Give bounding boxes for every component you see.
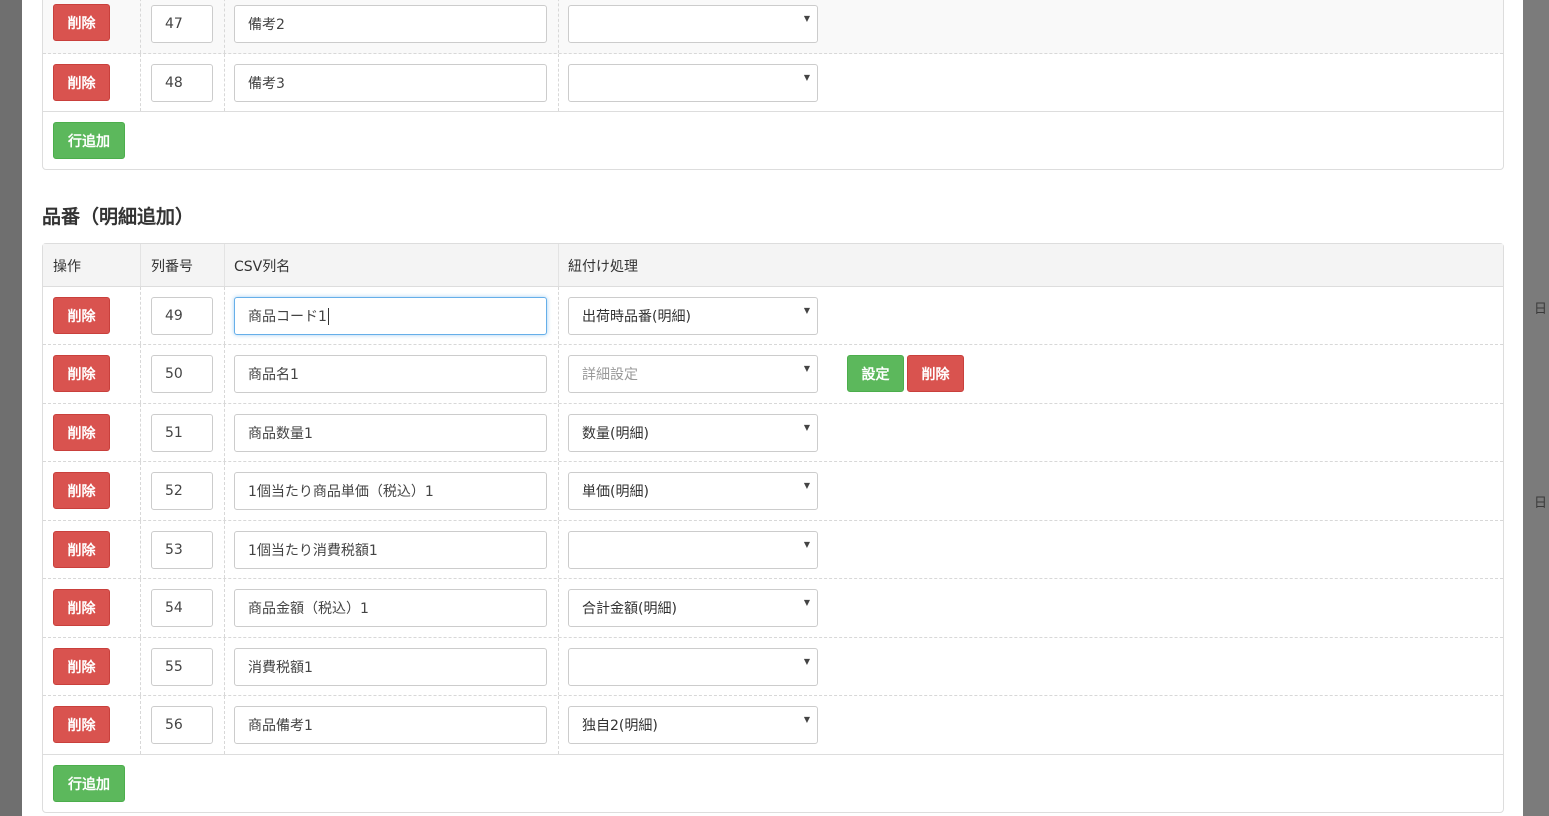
caret-down-icon: ▼ <box>803 657 810 666</box>
delete-row-button[interactable]: 削除 <box>53 355 110 392</box>
column-number-input[interactable]: 48 <box>151 64 213 102</box>
mapping-select[interactable]: ▼ <box>568 531 818 569</box>
csv-column-name-input[interactable]: 備考2 <box>234 5 547 43</box>
header-operation: 操作 <box>53 259 81 275</box>
table-row: 削除 51 商品数量1 数量(明細) ▼ <box>43 404 1503 462</box>
table-row: 削除 47 備考2 ▼ <box>43 0 1503 54</box>
mapping-select-value: 単価(明細) <box>582 484 649 500</box>
caret-down-icon: ▼ <box>803 715 810 724</box>
csv-column-name-input[interactable]: 備考3 <box>234 64 547 102</box>
column-number-input[interactable]: 51 <box>151 414 213 452</box>
mapping-select[interactable]: 詳細設定 ▼ <box>568 355 818 393</box>
mapping-select[interactable]: 出荷時品番(明細) ▼ <box>568 297 818 335</box>
mapping-select[interactable]: 単価(明細) ▼ <box>568 472 818 510</box>
mapping-select[interactable]: 独自2(明細) ▼ <box>568 706 818 744</box>
add-row-button[interactable]: 行追加 <box>53 765 125 802</box>
table-row: 削除 49 商品コード1 出荷時品番(明細) ▼ <box>43 287 1503 345</box>
csv-column-name-input[interactable]: 商品名1 <box>234 355 547 393</box>
table-row: 削除 50 商品名1 詳細設定 ▼ 設定 削除 <box>43 345 1503 404</box>
column-number-input[interactable]: 50 <box>151 355 213 393</box>
delete-row-button[interactable]: 削除 <box>53 531 110 568</box>
backdrop-text: 日 <box>1534 496 1548 511</box>
table-header: 操作 列番号 CSV列名 紐付け処理 <box>43 244 1503 287</box>
csv-column-name-input[interactable]: 商品備考1 <box>234 706 547 744</box>
header-csv-name: CSV列名 <box>234 259 291 275</box>
add-row-button[interactable]: 行追加 <box>53 122 125 159</box>
caret-down-icon: ▼ <box>803 364 810 373</box>
header-mapping: 紐付け処理 <box>568 259 638 275</box>
csv-column-name-input[interactable]: 1個当たり消費税額1 <box>234 531 547 569</box>
delete-row-button[interactable]: 削除 <box>53 472 110 509</box>
delete-row-button[interactable]: 削除 <box>53 589 110 626</box>
delete-detail-setting-button[interactable]: 削除 <box>907 355 964 392</box>
table-row: 削除 48 備考3 ▼ <box>43 54 1503 112</box>
table-row: 削除 55 消費税額1 ▼ <box>43 638 1503 696</box>
table-row: 削除 52 1個当たり商品単価（税込）1 単価(明細) ▼ <box>43 462 1503 521</box>
mapping-select-value: 出荷時品番(明細) <box>582 309 691 325</box>
column-number-input[interactable]: 56 <box>151 706 213 744</box>
mapping-select-value: 独自2(明細) <box>582 718 658 734</box>
section-title: 品番（明細追加） <box>42 206 195 228</box>
column-number-input[interactable]: 54 <box>151 589 213 627</box>
column-number-input[interactable]: 49 <box>151 297 213 335</box>
csv-column-name-input[interactable]: 商品金額（税込）1 <box>234 589 547 627</box>
delete-row-button[interactable]: 削除 <box>53 706 110 743</box>
mapping-select[interactable]: ▼ <box>568 64 818 102</box>
backdrop-text: 日 <box>1534 302 1548 317</box>
caret-down-icon: ▼ <box>803 423 810 432</box>
column-number-input[interactable]: 55 <box>151 648 213 686</box>
modal-backdrop-left <box>0 0 22 816</box>
table-row: 削除 54 商品金額（税込）1 合計金額(明細) ▼ <box>43 579 1503 638</box>
caret-down-icon: ▼ <box>803 73 810 82</box>
csv-column-name-value: 商品コード1 <box>248 309 327 325</box>
detail-settings-button[interactable]: 設定 <box>847 355 904 392</box>
delete-row-button[interactable]: 削除 <box>53 648 110 685</box>
mapping-select-value: 詳細設定 <box>582 367 638 383</box>
mapping-select[interactable]: 数量(明細) ▼ <box>568 414 818 452</box>
csv-settings-modal: 削除 47 備考2 ▼ 削除 48 備考3 ▼ 行追加 品番（明細追加） 操作 … <box>22 0 1523 816</box>
column-number-input[interactable]: 47 <box>151 5 213 43</box>
mapping-select-value: 合計金額(明細) <box>582 601 677 617</box>
caret-down-icon: ▼ <box>803 540 810 549</box>
column-number-input[interactable]: 53 <box>151 531 213 569</box>
delete-row-button[interactable]: 削除 <box>53 4 110 41</box>
previous-mapping-table: 削除 47 備考2 ▼ 削除 48 備考3 ▼ 行追加 <box>42 0 1504 170</box>
caret-down-icon: ▼ <box>803 598 810 607</box>
delete-row-button[interactable]: 削除 <box>53 297 110 334</box>
detail-mapping-table: 操作 列番号 CSV列名 紐付け処理 削除 49 商品コード1 出荷時品番(明細… <box>42 243 1504 813</box>
mapping-select[interactable]: 合計金額(明細) ▼ <box>568 589 818 627</box>
csv-column-name-input[interactable]: 商品数量1 <box>234 414 547 452</box>
header-column-number: 列番号 <box>151 259 193 275</box>
column-number-input[interactable]: 52 <box>151 472 213 510</box>
caret-down-icon: ▼ <box>803 306 810 315</box>
table-row: 削除 56 商品備考1 独自2(明細) ▼ <box>43 696 1503 755</box>
delete-row-button[interactable]: 削除 <box>53 414 110 451</box>
table-row: 削除 53 1個当たり消費税額1 ▼ <box>43 521 1503 579</box>
csv-column-name-input[interactable]: 消費税額1 <box>234 648 547 686</box>
caret-down-icon: ▼ <box>803 481 810 490</box>
mapping-select-value: 数量(明細) <box>582 426 649 442</box>
delete-row-button[interactable]: 削除 <box>53 64 110 101</box>
mapping-select[interactable]: ▼ <box>568 5 818 43</box>
text-caret <box>327 307 329 325</box>
modal-backdrop-right: 日 日 <box>1523 0 1549 816</box>
csv-column-name-input[interactable]: 商品コード1 <box>234 297 547 335</box>
mapping-select[interactable]: ▼ <box>568 648 818 686</box>
csv-column-name-input[interactable]: 1個当たり商品単価（税込）1 <box>234 472 547 510</box>
caret-down-icon: ▼ <box>803 14 810 23</box>
